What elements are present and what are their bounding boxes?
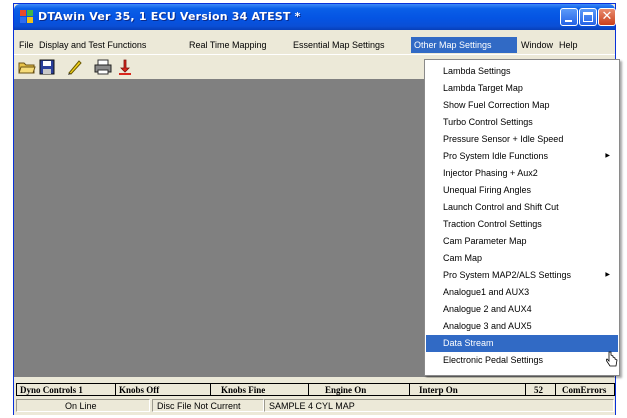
menu-item-electronic-pedal-settings[interactable]: Electronic Pedal Settings (426, 352, 618, 369)
menu-help[interactable]: Help (556, 37, 581, 53)
menu-bar: File Display and Test Functions Real Tim… (14, 37, 615, 53)
submenu-arrow-icon: ▶ (605, 272, 610, 278)
menu-real-time-mapping[interactable]: Real Time Mapping (186, 37, 270, 53)
menu-file[interactable]: File (16, 37, 37, 53)
maximize-icon (583, 12, 593, 22)
print-icon[interactable] (94, 59, 112, 75)
interp-on-button[interactable]: Interp On (409, 383, 526, 396)
menu-window[interactable]: Window (518, 37, 556, 53)
menu-item-cam-map[interactable]: Cam Map (426, 250, 618, 267)
close-icon: ✕ (601, 9, 613, 24)
menu-item-lambda-target-map[interactable]: Lambda Target Map (426, 80, 618, 97)
submenu-arrow-icon: ▶ (605, 153, 610, 159)
maximize-button[interactable] (579, 8, 597, 26)
menu-display-and-test-functions[interactable]: Display and Test Functions (36, 37, 149, 53)
mouse-pointer-icon (605, 351, 618, 369)
dyno-controls-button[interactable]: Dyno Controls 1 (16, 383, 116, 396)
menu-item-cam-parameter-map[interactable]: Cam Parameter Map (426, 233, 618, 250)
menu-item-turbo-control-settings[interactable]: Turbo Control Settings (426, 114, 618, 131)
status-bar: Dyno Controls 1 Knobs Off Knobs Fine Eng… (14, 378, 615, 415)
app-window: DTAwin Ver 35, 1 ECU Version 34 ATEST * … (13, 3, 620, 415)
menu-item-pro-system-map2-als-settings[interactable]: Pro System MAP2/ALS Settings ▶ (426, 267, 618, 284)
other-map-settings-dropdown: Lambda Settings Lambda Target Map Show F… (424, 59, 620, 376)
menu-item-pressure-sensor-idle-speed[interactable]: Pressure Sensor + Idle Speed (426, 131, 618, 148)
knobs-off-button[interactable]: Knobs Off (115, 383, 211, 396)
title-bar[interactable]: DTAwin Ver 35, 1 ECU Version 34 ATEST * … (14, 4, 616, 30)
connection-status: On Line (16, 399, 150, 412)
menu-item-injector-phasing-aux2[interactable]: Injector Phasing + Aux2 (426, 165, 618, 182)
value-readout: 52 (525, 383, 556, 396)
menu-other-map-settings[interactable]: Other Map Settings (411, 37, 517, 53)
close-button[interactable]: ✕ (598, 8, 616, 26)
window-title: DTAwin Ver 35, 1 ECU Version 34 ATEST * (38, 10, 301, 23)
menu-item-show-fuel-correction-map[interactable]: Show Fuel Correction Map (426, 97, 618, 114)
menu-essential-map-settings[interactable]: Essential Map Settings (290, 37, 388, 53)
menu-item-launch-control-shift-cut[interactable]: Launch Control and Shift Cut (426, 199, 618, 216)
open-folder-icon[interactable] (18, 59, 36, 75)
menu-item-lambda-settings[interactable]: Lambda Settings (426, 63, 618, 80)
minimize-icon (565, 20, 572, 22)
disc-file-status: Disc File Not Current (152, 399, 264, 412)
menu-item-label: Pro System Idle Functions (443, 151, 549, 161)
menu-item-analogue2-aux4[interactable]: Analogue 2 and AUX4 (426, 301, 618, 318)
menu-item-pro-system-idle-functions[interactable]: Pro System Idle Functions ▶ (426, 148, 618, 165)
app-icon[interactable] (20, 10, 34, 24)
minimize-button[interactable] (560, 8, 578, 26)
menu-item-traction-control-settings[interactable]: Traction Control Settings (426, 216, 618, 233)
menu-item-analogue1-aux3[interactable]: Analogue1 and AUX3 (426, 284, 618, 301)
map-name: SAMPLE 4 CYL MAP (264, 399, 614, 412)
knobs-fine-button[interactable]: Knobs Fine (210, 383, 309, 396)
engine-on-button[interactable]: Engine On (308, 383, 410, 396)
com-errors-indicator[interactable]: ComErrors (555, 383, 615, 396)
download-arrow-icon[interactable] (116, 59, 134, 75)
menu-item-analogue3-aux5[interactable]: Analogue 3 and AUX5 (426, 318, 618, 335)
menu-item-label: Pro System MAP2/ALS Settings (443, 270, 572, 280)
menu-item-data-stream[interactable]: Data Stream (426, 335, 618, 352)
save-disk-icon[interactable] (38, 59, 56, 75)
menu-item-unequal-firing-angles[interactable]: Unequal Firing Angles (426, 182, 618, 199)
pencil-icon[interactable] (66, 59, 84, 75)
